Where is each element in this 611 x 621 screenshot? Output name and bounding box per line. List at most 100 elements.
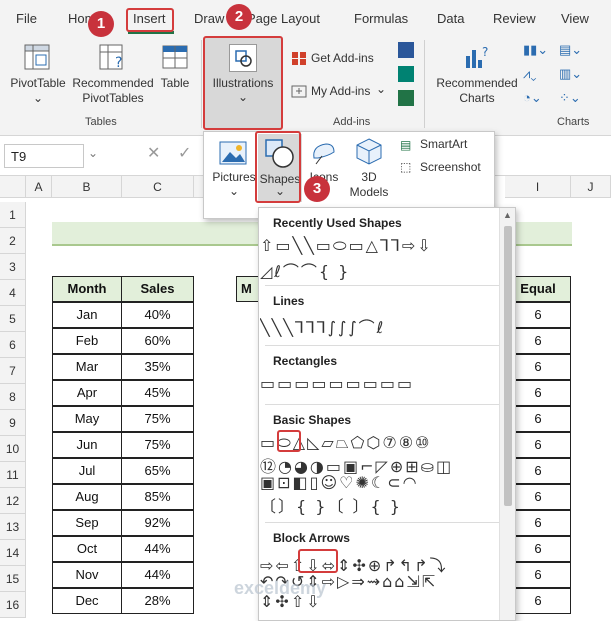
table-cell-month[interactable]: Oct: [52, 536, 122, 562]
column-header-c[interactable]: C: [122, 176, 194, 198]
table-cell-month[interactable]: Apr: [52, 380, 122, 406]
row-header-14[interactable]: 14: [0, 540, 26, 566]
table-cell-month[interactable]: Feb: [52, 328, 122, 354]
table-cell-sales[interactable]: 28%: [121, 588, 194, 614]
hierarchy-chart-icon[interactable]: ▤⌄: [559, 42, 589, 60]
row-header-10[interactable]: 10: [0, 436, 26, 462]
scrollbar-thumb[interactable]: [504, 226, 512, 506]
visio-icon[interactable]: [398, 42, 414, 58]
table-button[interactable]: Table: [156, 76, 194, 91]
tab-data[interactable]: Data: [437, 11, 464, 26]
table-cell-month[interactable]: Nov: [52, 562, 122, 588]
section-basic-shapes: Basic Shapes: [273, 413, 352, 427]
step-badge-2: 2: [226, 4, 252, 30]
name-box[interactable]: T9: [4, 144, 84, 168]
tab-page-layout[interactable]: Page Layout: [247, 11, 320, 26]
row-header-3[interactable]: 3: [0, 254, 26, 280]
highlight-up-down-arrows: [298, 549, 338, 573]
icons-icon: [308, 138, 338, 168]
enter-icon[interactable]: ✓: [178, 143, 191, 163]
gallery-scrollbar[interactable]: ▲: [499, 208, 515, 620]
line-chart-icon[interactable]: ⩘⌄: [523, 66, 553, 84]
chevron-down-icon: ⌄: [32, 91, 44, 105]
table-cell-sales[interactable]: 44%: [121, 536, 194, 562]
row-header-8[interactable]: 8: [0, 384, 26, 410]
3d-models-button[interactable]: 3D Models: [344, 170, 394, 200]
pivottable-button[interactable]: PivotTable: [8, 76, 68, 91]
row-header-2[interactable]: 2: [0, 228, 26, 254]
column-header-i[interactable]: I: [505, 176, 571, 198]
pie-chart-icon[interactable]: ◔⌄: [523, 90, 553, 108]
row-header-12[interactable]: 12: [0, 488, 26, 514]
table-cell-month[interactable]: Aug: [52, 484, 122, 510]
tab-file[interactable]: File: [16, 11, 37, 26]
charts-group-label: Charts: [557, 116, 590, 128]
section-divider: [265, 285, 505, 286]
statistic-chart-icon[interactable]: ▥⌄: [559, 66, 589, 84]
table-cell-sales[interactable]: 60%: [121, 328, 194, 354]
tab-review[interactable]: Review: [493, 11, 536, 26]
table-cell-month[interactable]: Dec: [52, 588, 122, 614]
tab-view[interactable]: View: [561, 11, 589, 26]
table-cell-sales[interactable]: 85%: [121, 484, 194, 510]
recommended-pivottables-button[interactable]: Recommended PivotTables: [68, 76, 158, 106]
rectangles-row[interactable]: ▭▭▭▭▭▭▭▭▭: [260, 374, 500, 393]
people-graph-icon[interactable]: [398, 90, 414, 106]
table-cell-sales[interactable]: 65%: [121, 458, 194, 484]
table-cell-month[interactable]: May: [52, 406, 122, 432]
get-addins-button[interactable]: Get Add-ins: [311, 51, 391, 66]
row-header-13[interactable]: 13: [0, 514, 26, 540]
recent-shapes-row-1[interactable]: ⇧▭╲╲▭⬭▭△⅂⅂⇨⇩: [260, 236, 500, 256]
column-header-a[interactable]: A: [26, 176, 52, 198]
scatter-chart-icon[interactable]: ⁘⌄: [559, 90, 589, 108]
column-header-j[interactable]: J: [571, 176, 611, 198]
column-chart-icon[interactable]: ▮▮⌄: [523, 42, 553, 60]
table-cell-sales[interactable]: 35%: [121, 354, 194, 380]
row-header-1[interactable]: 1: [0, 202, 26, 228]
table-cell-month[interactable]: Sep: [52, 510, 122, 536]
my-addins-button[interactable]: My Add-ins: [311, 84, 381, 99]
row-header-7[interactable]: 7: [0, 358, 26, 384]
recommended-charts-button[interactable]: Recommended Charts: [432, 76, 522, 106]
section-divider: [265, 522, 505, 523]
table-cell-month[interactable]: Jun: [52, 432, 122, 458]
table-cell-sales[interactable]: 45%: [121, 380, 194, 406]
table-cell-sales[interactable]: 75%: [121, 406, 194, 432]
table-cell-sales[interactable]: 92%: [121, 510, 194, 536]
name-box-dropdown-icon[interactable]: ⌄: [88, 146, 98, 160]
smartart-button[interactable]: SmartArt: [420, 137, 490, 152]
screenshot-button[interactable]: Screenshot: [420, 160, 494, 175]
row-header-15[interactable]: 15: [0, 566, 26, 592]
table-cell-sales[interactable]: 75%: [121, 432, 194, 458]
scroll-up-icon[interactable]: ▲: [503, 210, 512, 220]
row-header-6[interactable]: 6: [0, 332, 26, 358]
lines-row[interactable]: ╲╲╲⅂⅂⅂∫∫∫⌒ℓ: [260, 314, 500, 338]
table-cell-month[interactable]: Jan: [52, 302, 122, 328]
highlight-oval-shape: [277, 430, 301, 452]
table-cell-sales[interactable]: 40%: [121, 302, 194, 328]
group-divider: [201, 40, 202, 128]
table-cell-sales[interactable]: 44%: [121, 562, 194, 588]
select-all-corner[interactable]: [0, 176, 26, 198]
recommended-charts-label-2: Charts: [459, 91, 495, 105]
cancel-icon[interactable]: ✕: [147, 143, 160, 163]
chevron-down-icon: ⌄: [375, 82, 387, 96]
table-cell-month[interactable]: Mar: [52, 354, 122, 380]
basic-shapes-row-4[interactable]: 〔〕{ }〔 〕{ }: [260, 493, 500, 517]
row-header-11[interactable]: 11: [0, 462, 26, 488]
tab-draw[interactable]: Draw: [194, 11, 224, 26]
recent-shapes-row-2[interactable]: ◿ℓ⌒⌒{ }: [260, 258, 500, 282]
column-header-b[interactable]: B: [52, 176, 122, 198]
pivottable-icon: [22, 42, 52, 72]
bing-icon[interactable]: [398, 66, 414, 82]
basic-shapes-row-3[interactable]: ▣⊡◧▯☺♡✺☾⊂◠: [260, 473, 500, 492]
row-header-5[interactable]: 5: [0, 306, 26, 332]
table-cell-month[interactable]: Jul: [52, 458, 122, 484]
row-header-9[interactable]: 9: [0, 410, 26, 436]
pictures-button[interactable]: Pictures: [208, 170, 260, 185]
row-header-4[interactable]: 4: [0, 280, 26, 306]
step-badge-3: 3: [304, 176, 330, 202]
recommended-pivottables-icon: ?: [97, 42, 127, 72]
tab-formulas[interactable]: Formulas: [354, 11, 408, 26]
row-header-16[interactable]: 16: [0, 592, 26, 618]
